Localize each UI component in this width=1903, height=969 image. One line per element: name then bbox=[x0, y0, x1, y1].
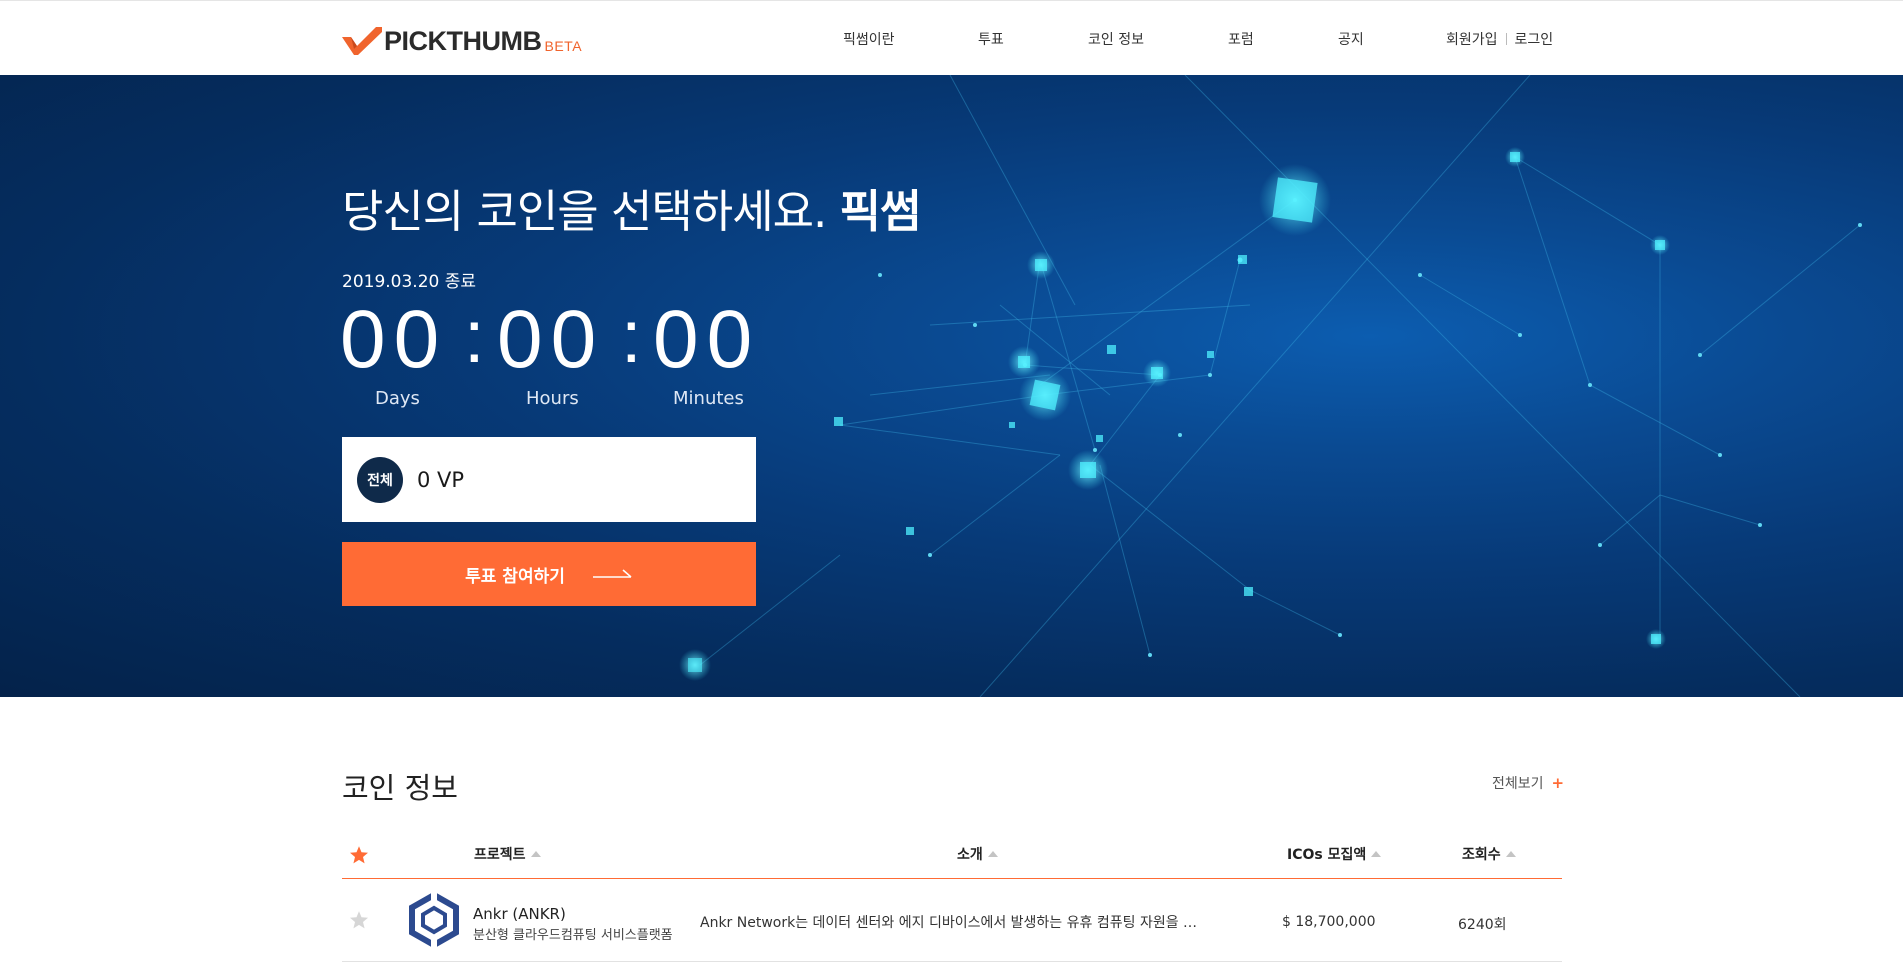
nav-item-notice[interactable]: 공지 bbox=[1338, 29, 1364, 49]
table-row[interactable]: Ankr (ANKR) 분산형 클라우드컴퓨팅 서비스플랫폼 Ankr Netw… bbox=[342, 880, 1562, 962]
column-project-label: 프로젝트 bbox=[474, 847, 526, 863]
nav-item-forum[interactable]: 포럼 bbox=[1228, 29, 1254, 49]
pickthumb-logo[interactable]: PICKTHUMB BETA bbox=[342, 25, 582, 55]
countdown-days: 00 bbox=[340, 294, 448, 385]
coin-ico-amount: $ 18,700,000 bbox=[1282, 914, 1376, 930]
hero-title-text: 당신의 코인을 선택하세요. bbox=[342, 185, 827, 238]
column-views[interactable]: 조회수 bbox=[1462, 844, 1516, 864]
coin-table-header: 프로젝트 소개 ICOs 모집액 조회수 bbox=[342, 833, 1562, 879]
minutes-label: Minutes bbox=[673, 388, 744, 409]
vp-value: 0 VP bbox=[417, 467, 465, 492]
hero-banner: 당신의 코인을 선택하세요. 픽썸 2019.03.20 종료 00 : 00 … bbox=[0, 75, 1903, 697]
ankr-logo-icon bbox=[409, 892, 459, 948]
nav-item-vote[interactable]: 투표 bbox=[978, 29, 1004, 49]
sort-arrow-icon bbox=[1371, 851, 1382, 857]
vote-points-box: 전체 0 VP bbox=[342, 437, 756, 522]
coin-info-title: 코인 정보 bbox=[342, 771, 458, 805]
sort-arrow-icon bbox=[530, 851, 541, 857]
nav-item-coin-info[interactable]: 코인 정보 bbox=[1088, 29, 1144, 49]
column-intro[interactable]: 소개 bbox=[957, 844, 998, 864]
column-intro-label: 소개 bbox=[957, 847, 983, 863]
days-label: Days bbox=[375, 388, 420, 409]
star-empty-icon[interactable] bbox=[349, 910, 369, 930]
vote-participate-button[interactable]: 투표 참여하기 bbox=[342, 542, 756, 606]
coin-subtitle: 분산형 클라우드컴퓨팅 서비스플랫폼 bbox=[473, 928, 673, 943]
coin-name[interactable]: Ankr (ANKR) bbox=[473, 905, 566, 923]
countdown-separator: : bbox=[621, 295, 642, 378]
countdown-minutes: 00 bbox=[653, 294, 761, 385]
beta-badge: BETA bbox=[544, 38, 583, 54]
site-header: PICKTHUMB BETA 픽썸이란 투표 코인 정보 포럼 공지 회원가입 … bbox=[0, 0, 1903, 75]
countdown-separator: : bbox=[464, 295, 485, 378]
network-background-illustration bbox=[679, 75, 1862, 697]
signup-link[interactable]: 회원가입 bbox=[1446, 29, 1498, 49]
column-views-label: 조회수 bbox=[1462, 847, 1501, 863]
logo-text: PICKTHUMB bbox=[384, 26, 542, 56]
coin-views: 6240회 bbox=[1458, 917, 1507, 933]
hero-title: 당신의 코인을 선택하세요. 픽썸 bbox=[342, 175, 922, 240]
hours-label: Hours bbox=[526, 388, 579, 409]
plus-icon: + bbox=[1551, 774, 1565, 792]
arrow-right-icon bbox=[592, 569, 632, 578]
column-ico-label: ICOs 모집액 bbox=[1287, 847, 1367, 863]
view-all-label: 전체보기 bbox=[1492, 776, 1544, 792]
vote-button-label: 투표 참여하기 bbox=[465, 566, 565, 587]
sort-arrow-icon bbox=[1505, 851, 1516, 857]
coin-intro: Ankr Network는 데이터 센터와 에지 디바이스에서 발생하는 유휴 … bbox=[700, 915, 1198, 931]
sort-arrow-icon bbox=[987, 851, 998, 857]
divider bbox=[1505, 33, 1507, 45]
countdown-hours: 00 bbox=[497, 294, 605, 385]
hero-title-brand: 픽썸 bbox=[839, 185, 922, 238]
column-ico-amount[interactable]: ICOs 모집액 bbox=[1287, 844, 1382, 864]
column-project[interactable]: 프로젝트 bbox=[474, 844, 541, 864]
auth-links: 회원가입 로그인 bbox=[1446, 29, 1553, 49]
vp-badge: 전체 bbox=[357, 456, 403, 503]
login-link[interactable]: 로그인 bbox=[1515, 29, 1554, 49]
checkmark-logo-icon bbox=[342, 27, 382, 55]
nav-item-about[interactable]: 픽썸이란 bbox=[843, 29, 895, 49]
view-all-link[interactable]: 전체보기 + bbox=[1492, 773, 1564, 793]
star-filled-icon[interactable] bbox=[349, 845, 369, 865]
